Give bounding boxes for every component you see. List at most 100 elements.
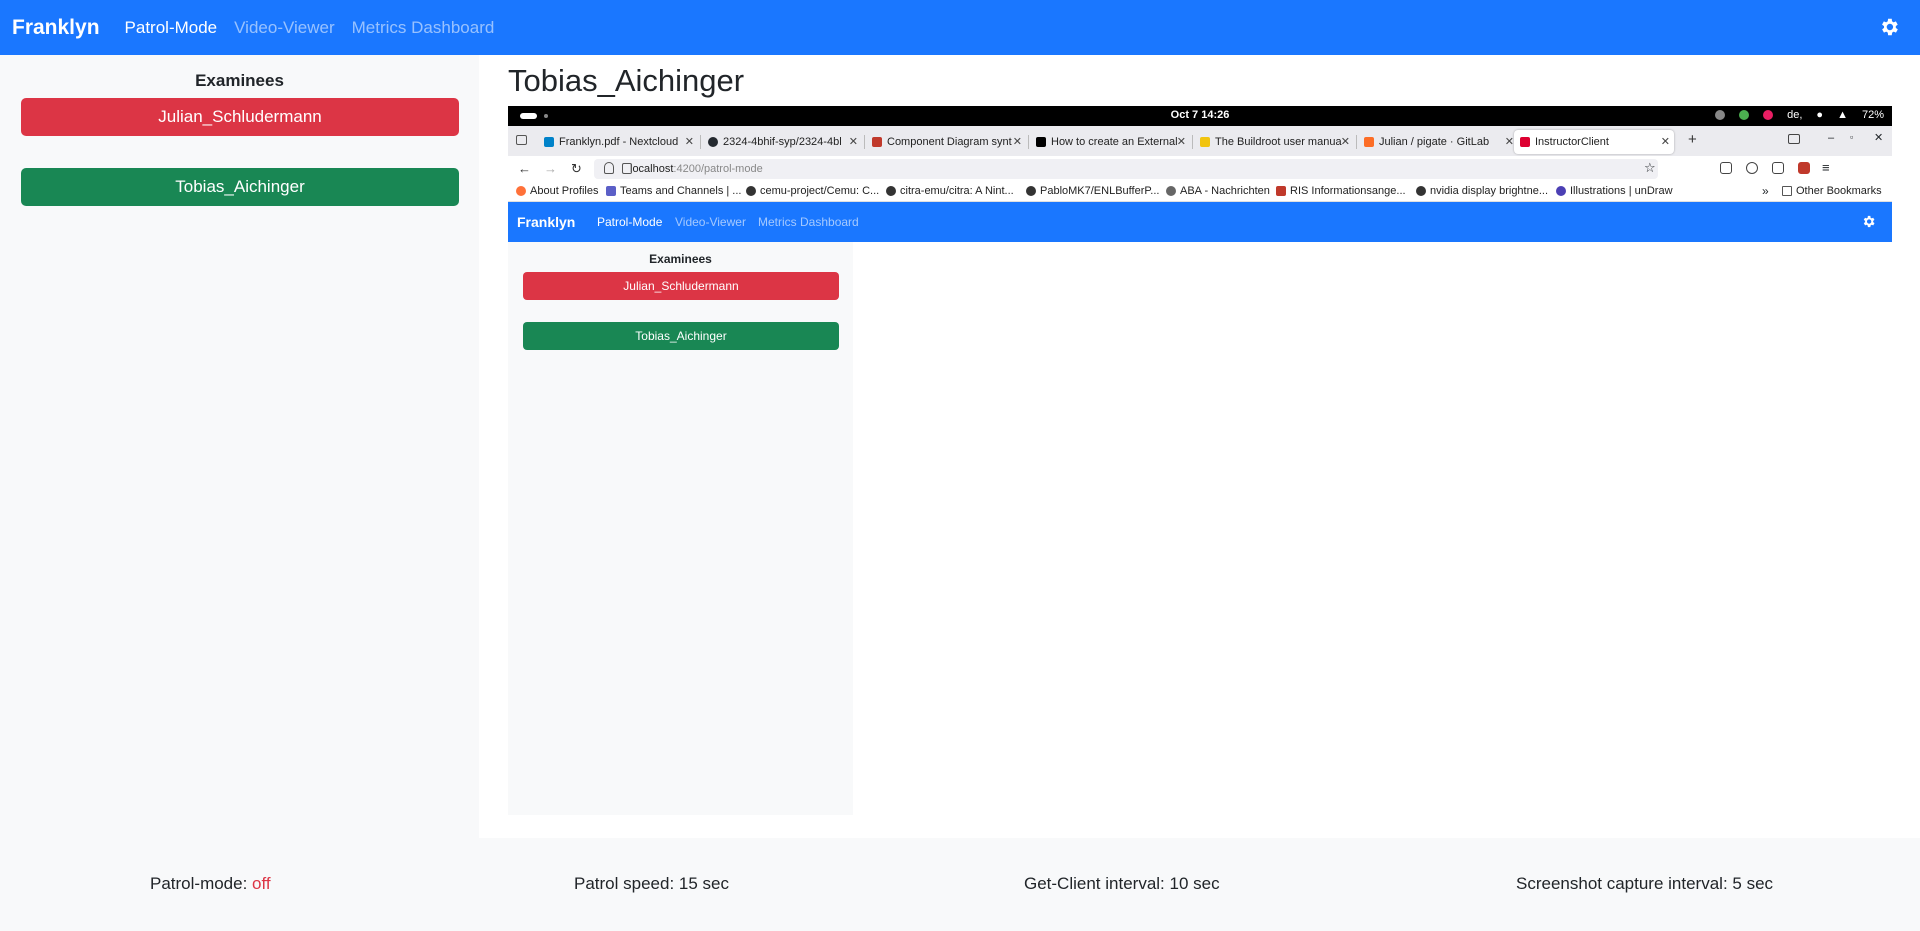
inner-sidebar-title: Examinees <box>649 252 712 266</box>
extensions-icon[interactable] <box>1772 162 1784 174</box>
bookmark-item[interactable]: Teams and Channels | ... <box>606 185 741 197</box>
reload-icon[interactable]: ↻ <box>571 161 582 177</box>
discord-icon <box>1715 110 1726 120</box>
bookmark-item[interactable]: Illustrations | unDraw <box>1556 185 1673 197</box>
account-icon[interactable] <box>1746 162 1758 174</box>
page-icon[interactable] <box>622 163 632 174</box>
patrol-mode-value: off <box>252 874 271 893</box>
settings-gear-icon[interactable] <box>1878 16 1900 38</box>
bookmark-item[interactable]: cemu-project/Cemu: C... <box>746 185 879 197</box>
globe-icon <box>1166 186 1176 196</box>
check-icon <box>1739 110 1750 120</box>
forward-arrow-icon[interactable]: → <box>544 161 557 176</box>
inner-brand-logo: Franklyn <box>517 214 576 230</box>
url-bar[interactable]: localhost:4200/patrol-mode <box>594 159 1658 179</box>
nav-video-viewer[interactable]: Video-Viewer <box>234 18 335 38</box>
bookmark-folder-other[interactable]: Other Bookmarks <box>1782 185 1882 197</box>
inner-nav-video-viewer: Video-Viewer <box>675 215 746 229</box>
wifi-icon: ● <box>1816 109 1824 121</box>
inner-nav-metrics-dashboard: Metrics Dashboard <box>758 215 859 229</box>
chevron-right-icon[interactable]: » <box>1762 184 1769 198</box>
sidebar-title: Examinees <box>195 71 284 90</box>
bookmark-item[interactable]: PabloMK7/ENLBufferP... <box>1026 185 1159 197</box>
bookmark-item[interactable]: About Profiles <box>516 185 598 197</box>
tab-overview-icon[interactable] <box>516 135 527 145</box>
github-icon <box>708 137 718 147</box>
selected-examinee-title: Tobias_Aichinger <box>508 63 745 98</box>
inner-examinee-button-tobias: Tobias_Aichinger <box>523 322 839 350</box>
github-icon <box>886 186 896 196</box>
browser-tab[interactable]: Julian / pigate · GitLab ✕ <box>1358 130 1518 154</box>
close-tab-icon[interactable]: ✕ <box>685 135 694 148</box>
list-tabs-icon[interactable] <box>1788 134 1800 144</box>
angular-icon <box>1520 137 1530 147</box>
system-tray: de, ● ▲ 72% <box>1715 109 1884 121</box>
pocket-icon[interactable] <box>1720 162 1732 174</box>
system-top-bar: Oct 7 14:26 de, ● ▲ 72% <box>508 106 1892 126</box>
status-footer: Patrol-mode: off Patrol speed: 15 sec Ge… <box>0 838 1920 931</box>
brand-logo[interactable]: Franklyn <box>12 16 100 40</box>
new-tab-icon[interactable]: + <box>1688 131 1697 148</box>
browser-tab-active[interactable]: InstructorClient ✕ <box>1514 130 1674 154</box>
minimize-icon[interactable]: – <box>1828 132 1834 144</box>
github-icon <box>746 186 756 196</box>
screenshot-capture-interval: Screenshot capture interval: 5 sec <box>1516 874 1774 893</box>
inner-nav-patrol-mode: Patrol-Mode <box>597 215 663 229</box>
system-clock: Oct 7 14:26 <box>1170 109 1230 121</box>
browser-tab[interactable]: The Buildroot user manua ✕ <box>1194 130 1354 154</box>
nextcloud-icon <box>544 137 554 147</box>
bookmarks-bar: About Profiles Teams and Channels | ... … <box>508 182 1892 202</box>
maximize-icon[interactable]: ▫ <box>1850 132 1853 142</box>
gitlab-icon <box>1364 137 1374 147</box>
browser-toolbar: ← → ↻ localhost:4200/patrol-mode ☆ ≡ <box>508 156 1892 182</box>
github-icon <box>1026 186 1036 196</box>
nav-patrol-mode[interactable]: Patrol-Mode <box>125 18 218 38</box>
browser-tab[interactable]: Component Diagram synt ✕ <box>866 130 1026 154</box>
folder-icon <box>1782 186 1792 196</box>
patrol-speed: Patrol speed: 15 sec <box>574 874 729 893</box>
browser-tab-bar: Franklyn.pdf - Nextcloud ✕ 2324-4bhif-syp… <box>508 126 1892 156</box>
firefox-icon <box>516 186 526 196</box>
patrol-mode-status: Patrol-mode: off <box>150 874 271 893</box>
buildroot-icon <box>1200 137 1210 147</box>
bookmark-star-icon[interactable]: ☆ <box>1644 160 1656 176</box>
inner-examinee-sidebar: Examinees Julian_Schludermann Tobias_Aic… <box>508 242 853 815</box>
back-arrow-icon[interactable]: ← <box>518 161 531 176</box>
browser-tab[interactable]: How to create an External ✕ <box>1030 130 1190 154</box>
examinee-sidebar: Examinees Julian_Schludermann Tobias_Aic… <box>0 55 479 838</box>
close-tab-icon[interactable]: ✕ <box>1505 135 1514 148</box>
keyboard-layout: de, <box>1787 109 1803 121</box>
bookmark-item[interactable]: RIS Informationsange... <box>1276 185 1406 197</box>
close-tab-icon[interactable]: ✕ <box>849 135 858 148</box>
battery-level: 72% <box>1861 109 1884 121</box>
browser-tab[interactable]: 2324-4bhif-syp/2324-4bl ✕ <box>702 130 862 154</box>
close-window-icon[interactable]: ✕ <box>1874 131 1883 144</box>
bookmark-item[interactable]: citra-emu/citra: A Nint... <box>886 185 1014 197</box>
volume-icon: ▲ <box>1837 109 1848 121</box>
diagram-icon <box>872 137 882 147</box>
close-tab-icon[interactable]: ✕ <box>1341 135 1350 148</box>
examinee-button-julian[interactable]: Julian_Schludermann <box>21 98 459 136</box>
close-tab-icon[interactable]: ✕ <box>1177 135 1186 148</box>
nav-metrics-dashboard[interactable]: Metrics Dashboard <box>352 18 495 38</box>
inner-settings-gear-icon <box>1863 215 1875 228</box>
close-tab-icon[interactable]: ✕ <box>1013 135 1022 148</box>
medium-icon <box>1036 137 1046 147</box>
app-indicator-icon <box>1763 110 1774 120</box>
examinee-button-tobias[interactable]: Tobias_Aichinger <box>21 168 459 206</box>
menu-hamburger-icon[interactable]: ≡ <box>1822 160 1830 175</box>
close-tab-icon[interactable]: ✕ <box>1661 135 1670 148</box>
inner-examinee-button-julian: Julian_Schludermann <box>523 272 839 300</box>
browser-tab[interactable]: Franklyn.pdf - Nextcloud ✕ <box>538 130 698 154</box>
bookmark-item[interactable]: ABA - Nachrichten <box>1166 185 1270 197</box>
github-icon <box>1416 186 1426 196</box>
teams-icon <box>606 186 616 196</box>
bookmark-item[interactable]: nvidia display brightne... <box>1416 185 1548 197</box>
get-client-interval: Get-Client interval: 10 sec <box>1024 874 1220 893</box>
ublock-icon[interactable] <box>1798 162 1810 174</box>
examinee-screenshot: Oct 7 14:26 de, ● ▲ 72% Franklyn.pdf - N… <box>508 106 1892 815</box>
ris-icon <box>1276 186 1286 196</box>
undraw-icon <box>1556 186 1566 196</box>
inner-app-navbar: Franklyn Patrol-Mode Video-Viewer Metric… <box>508 202 1892 242</box>
shield-icon[interactable] <box>604 162 614 174</box>
